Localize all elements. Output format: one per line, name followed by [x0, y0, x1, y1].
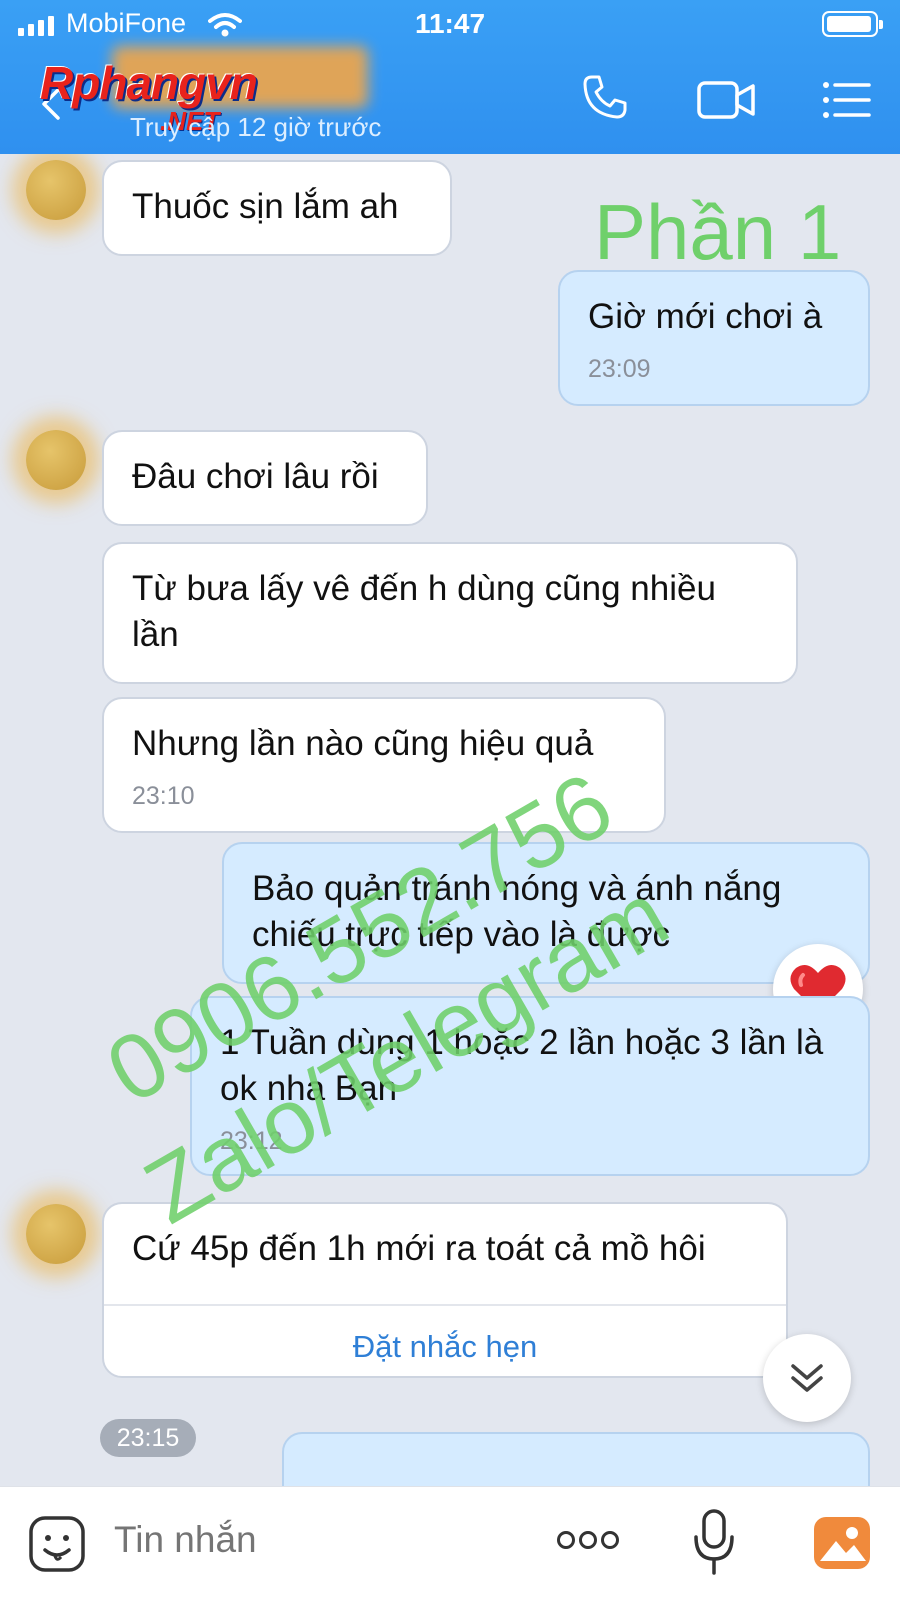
- chat-header: MobiFone 11:47 Rphangvn .NET Truy cập 12…: [0, 0, 900, 154]
- message-text: Thuốc sịn lắm ah: [132, 187, 399, 226]
- more-options-icon[interactable]: [556, 1529, 620, 1551]
- message-time: 23:10: [132, 782, 195, 810]
- sticker-emoji-icon[interactable]: [28, 1515, 86, 1573]
- message-bubble[interactable]: Từ bưa lấy vê đến h dùng cũng nhiều lần: [102, 542, 798, 684]
- set-reminder-button[interactable]: Đặt nhắc hẹn: [104, 1324, 786, 1370]
- message-bubble-partial[interactable]: [282, 1432, 870, 1486]
- message-bubble[interactable]: Đâu chơi lâu rồi: [102, 430, 428, 526]
- message-bubble[interactable]: Bảo quản tránh nóng và ánh nắng chiếu tr…: [222, 842, 870, 984]
- chevron-double-down-icon: [791, 1364, 823, 1392]
- message-time: 23:12: [220, 1127, 283, 1155]
- avatar[interactable]: [26, 430, 86, 490]
- battery-icon: [822, 11, 883, 37]
- last-seen-status: Truy cập 12 giờ trước: [130, 112, 382, 142]
- message-list[interactable]: Phần 1 Thuốc sịn lắm ah Giờ mới chơi à 2…: [0, 154, 900, 1486]
- divider: [104, 1304, 786, 1306]
- status-bar: MobiFone 11:47: [0, 0, 900, 52]
- avatar[interactable]: [26, 160, 86, 220]
- message-bubble[interactable]: 1 Tuần dùng 1 hoặc 2 lần hoặc 3 lần là o…: [190, 996, 870, 1176]
- message-bubble[interactable]: Nhưng lần nào cũng hiệu quả 23:10: [102, 697, 666, 833]
- message-text: Từ bưa lấy vê đến h dùng cũng nhiều lần: [132, 569, 716, 654]
- avatar[interactable]: [26, 1204, 86, 1264]
- status-time: 11:47: [414, 8, 486, 39]
- message-time: 23:09: [588, 355, 651, 383]
- video-call-icon[interactable]: [696, 78, 758, 122]
- message-text: Bảo quản tránh nóng và ánh nắng chiếu tr…: [252, 869, 782, 954]
- watermark-logo: Rphangvn: [40, 57, 258, 109]
- message-bubble[interactable]: Thuốc sịn lắm ah: [102, 160, 452, 256]
- message-bubble[interactable]: Cứ 45p đến 1h mới ra toát cả mồ hôi Đặt …: [102, 1202, 788, 1378]
- message-text: 1 Tuần dùng 1 hoặc 2 lần hoặc 3 lần là o…: [220, 1023, 824, 1108]
- message-text: Nhưng lần nào cũng hiệu quả: [132, 724, 594, 763]
- timestamp-pill: 23:15: [100, 1419, 196, 1457]
- image-gallery-icon[interactable]: [812, 1515, 872, 1571]
- menu-list-icon[interactable]: [822, 80, 872, 120]
- message-text: Cứ 45p đến 1h mới ra toát cả mồ hôi: [132, 1229, 706, 1268]
- message-text: Giờ mới chơi à: [588, 297, 823, 336]
- message-text: Đâu chơi lâu rồi: [132, 457, 379, 496]
- scroll-down-button[interactable]: [763, 1334, 851, 1422]
- phone-call-icon[interactable]: [580, 72, 630, 122]
- microphone-icon[interactable]: [692, 1507, 736, 1579]
- message-bubble[interactable]: Giờ mới chơi à 23:09: [558, 270, 870, 406]
- message-input-bar: [0, 1486, 900, 1600]
- message-input[interactable]: [114, 1519, 514, 1561]
- part-label: Phần 1: [594, 188, 842, 276]
